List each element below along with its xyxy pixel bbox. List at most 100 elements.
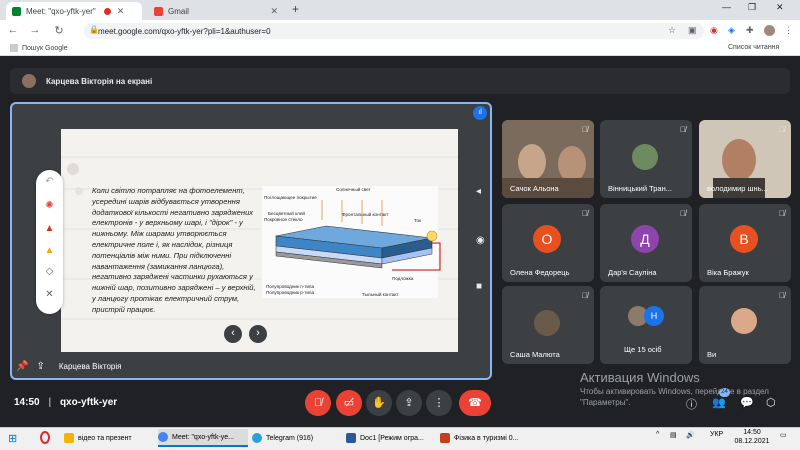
participant-initial: Н [644,306,664,326]
start-icon[interactable]: ⊞ [8,432,17,445]
next-slide-button[interactable]: › [249,325,267,343]
info-icon[interactable]: ⓘ [686,396,697,412]
puzzle-icon[interactable]: ✚ [746,25,754,36]
bookmark-label: Пошук Google [22,44,68,52]
participant-tile[interactable]: 🎙̸ Саша Малюта [502,286,594,364]
more-options-button[interactable]: ⋮ [426,390,452,416]
network-icon[interactable]: ▤ [670,431,677,439]
participant-name: Віка Бражук [707,268,749,277]
mic-off-icon: 🎙̸ [779,125,785,134]
address-bar[interactable]: 🔒 meet.google.com/qxo-yftk-yer?pli=1&aut… [84,23,704,39]
tray-chevron-icon[interactable]: ^ [656,431,659,438]
recording-ext-icon[interactable]: ◉ [710,25,718,36]
participant-tile[interactable]: В 🎙̸ Віка Бражук [699,204,791,282]
windows-activation-watermark: Активация Windows Чтобы активировать Win… [580,370,790,408]
reload-icon[interactable]: ↻ [52,24,66,37]
side-record-icon[interactable]: ◉ [476,235,485,246]
laser-icon[interactable]: ✺ [36,200,63,211]
menu-icon[interactable]: ⋮ [784,25,793,36]
side-arrow-icon[interactable]: ◂ [476,186,481,197]
taskbar-item[interactable]: Фізика в туризмі 0... [440,429,530,447]
participant-tile[interactable]: Д 🎙̸ Дар'я Сауліна [600,204,692,282]
tab-meet[interactable]: Meet: "qxo-yftk-yer" ✕ [6,2,142,20]
reading-list[interactable]: Список читання [728,44,779,51]
more-participants-label: Ще 15 осіб [624,345,662,354]
participant-tile[interactable]: 🎙̸ Сачок Альона [502,120,594,198]
taskbar-item-label: Meet: "qxo-yftk-ye... [172,433,235,441]
participant-tile[interactable]: О 🎙̸ Олена Федорець [502,204,594,282]
volume-icon[interactable]: 🔊 [686,431,695,439]
mic-toggle-button[interactable]: 🎙̸ [305,390,331,416]
new-tab-button[interactable]: + [292,2,299,16]
present-button[interactable]: ⇪ [396,390,422,416]
present-screen-icon[interactable]: ⇪ [36,361,44,372]
taskbar-item-label: відео та презент [78,434,132,442]
gmail-icon [154,6,163,16]
label-substrate: Подложка [392,276,414,281]
address-text: meet.google.com/qxo-yftk-yer?pli=1&authu… [98,26,271,36]
label-sun: Солнечный свет [336,186,372,192]
side-stop-icon[interactable]: ■ [476,281,482,292]
mic-off-icon: 🎙̸ [680,125,686,134]
minimize-icon[interactable]: — [722,2,731,12]
taskbar-item[interactable]: Telegram (916) [252,429,342,447]
participant-tile[interactable]: 🎙̸ володимир шнь... [699,120,791,198]
previous-slide-button[interactable]: ‹ [224,325,242,343]
taskbar-item[interactable]: Meet: "qxo-yftk-ye... [158,429,248,447]
participant-tile[interactable]: 🎙̸ Вінницький Тран... [600,120,692,198]
activation-subtitle: Чтобы активировать Windows, перейдите в … [580,387,769,407]
chat-icon[interactable]: 💬 [740,396,754,409]
folder-icon [64,433,74,443]
solar-panel-diagram: Солнечный свет Поглощающее покрытие Бесц… [262,186,441,298]
activities-icon[interactable]: ⬡ [766,396,776,409]
word-icon [346,433,356,443]
taskbar-item[interactable]: Doc1 [Режим огра... [346,429,436,447]
label-cover-glass: Покровное стекло [264,217,303,222]
camera-icon[interactable]: ▣ [688,25,697,36]
close-icon[interactable]: ✕ [36,289,63,300]
label-p-semi: Полупроводник p-типа [266,290,314,295]
participant-name: Вінницький Тран... [608,184,672,193]
highlighter-icon[interactable]: ▲ [36,245,63,256]
presenter-avatar [22,74,36,88]
profile-avatar[interactable] [764,25,775,36]
more-participants-tile[interactable]: Н Ще 15 осіб [600,286,692,364]
close-tab-icon[interactable]: ✕ [117,6,125,17]
back-icon[interactable]: ← [6,24,20,36]
participant-initial: О [533,225,561,253]
restore-icon[interactable]: ❐ [748,2,756,13]
close-window-icon[interactable]: ✕ [776,2,784,13]
self-tile[interactable]: 🎙̸ Ви [699,286,791,364]
language-indicator[interactable]: УКР [710,431,723,438]
telegram-icon [252,433,262,443]
raise-hand-button[interactable]: ✋ [366,390,392,416]
star-icon[interactable]: ☆ [668,25,676,36]
close-tab-icon[interactable]: ✕ [270,6,278,17]
speaking-indicator-icon: ıl [473,106,487,120]
bookmark-google-search[interactable]: Пошук Google [10,44,68,52]
tab-gmail-title: Gmail [168,6,189,16]
leave-call-button[interactable]: ☎ [459,390,491,416]
camera-toggle-button[interactable]: ▭̸ [336,390,362,416]
participant-name: Олена Федорець [510,268,570,277]
presenter-banner-text: Карцева Вікторія на екрані [46,76,153,86]
eraser-icon[interactable]: ◇ [36,266,63,277]
pen-icon[interactable]: ▲ [36,223,63,234]
notifications-icon[interactable]: ▭ [780,431,787,439]
annotation-toolbar: ↶ ✺ ▲ ▲ ◇ ✕ [36,170,63,314]
mic-off-icon: 🎙̸ [582,209,588,218]
tab-gmail[interactable]: Gmail ✕ [148,2,284,20]
taskbar-clock[interactable]: 14:50 08.12.2021 [732,428,772,446]
lock-icon: 🔒 [89,25,99,34]
taskbar-item[interactable]: відео та презент [64,429,154,447]
forward-icon[interactable]: → [28,24,42,36]
pin-icon[interactable]: 📌 [16,361,28,372]
label-current: Ток [414,218,422,223]
opera-icon[interactable] [40,431,50,444]
powerpoint-icon [440,433,450,443]
people-icon[interactable]: 👥 [712,396,726,409]
extension-icon[interactable]: ◈ [728,25,735,36]
meeting-info: 14:50 | qxo-yftk-yer [14,397,118,408]
undo-icon[interactable]: ↶ [36,176,63,187]
meeting-time: 14:50 [14,397,40,408]
